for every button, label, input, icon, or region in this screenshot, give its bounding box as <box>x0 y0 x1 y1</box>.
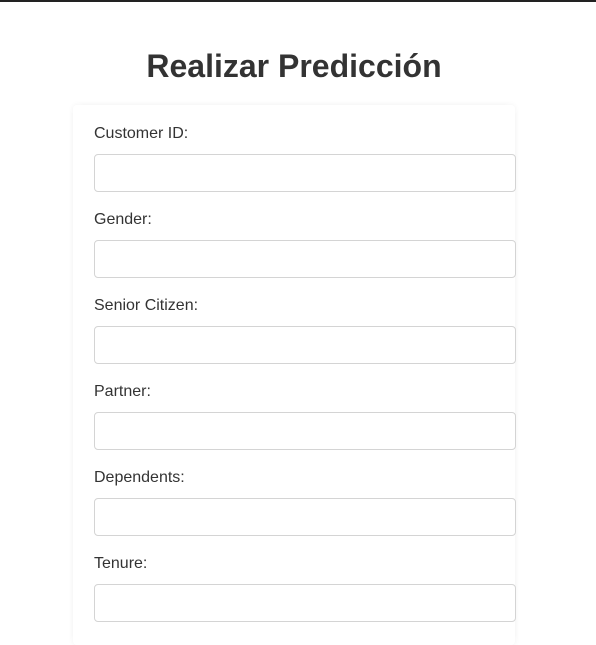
tenure-input[interactable] <box>94 584 516 622</box>
dependents-input[interactable] <box>94 498 516 536</box>
gender-input[interactable] <box>94 240 516 278</box>
field-tenure: Tenure: <box>94 554 516 622</box>
partner-input[interactable] <box>94 412 516 450</box>
customer-id-input[interactable] <box>94 154 516 192</box>
customer-id-label: Customer ID: <box>94 125 189 142</box>
tenure-label: Tenure: <box>94 555 148 572</box>
partner-label: Partner: <box>94 383 151 400</box>
field-partner: Partner: <box>94 382 516 450</box>
field-customer-id: Customer ID: <box>94 124 516 192</box>
gender-label: Gender: <box>94 211 152 228</box>
page-title: Realizar Predicción <box>146 48 442 84</box>
field-gender: Gender: <box>94 210 516 278</box>
senior-citizen-label: Senior Citizen: <box>94 297 199 314</box>
senior-citizen-input[interactable] <box>94 326 516 364</box>
prediction-form: Customer ID: Gender: Senior Citizen: Par… <box>73 105 516 645</box>
dependents-label: Dependents: <box>94 469 185 486</box>
top-divider <box>0 0 596 2</box>
field-senior-citizen: Senior Citizen: <box>94 296 516 364</box>
field-dependents: Dependents: <box>94 468 516 536</box>
